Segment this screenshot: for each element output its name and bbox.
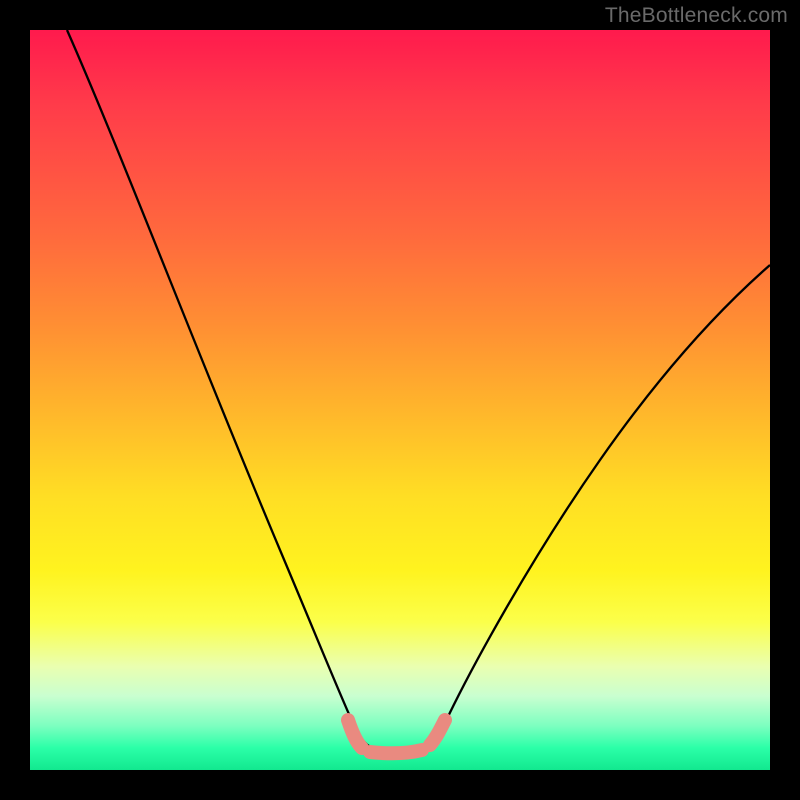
curve-svg	[30, 30, 770, 770]
valley-marker-left	[348, 720, 362, 748]
watermark-text: TheBottleneck.com	[605, 4, 788, 28]
valley-marker-right	[430, 720, 445, 745]
bottleneck-curve	[67, 30, 770, 751]
valley-marker-bottom	[370, 750, 422, 753]
plot-area	[30, 30, 770, 770]
chart-frame: TheBottleneck.com	[0, 0, 800, 800]
